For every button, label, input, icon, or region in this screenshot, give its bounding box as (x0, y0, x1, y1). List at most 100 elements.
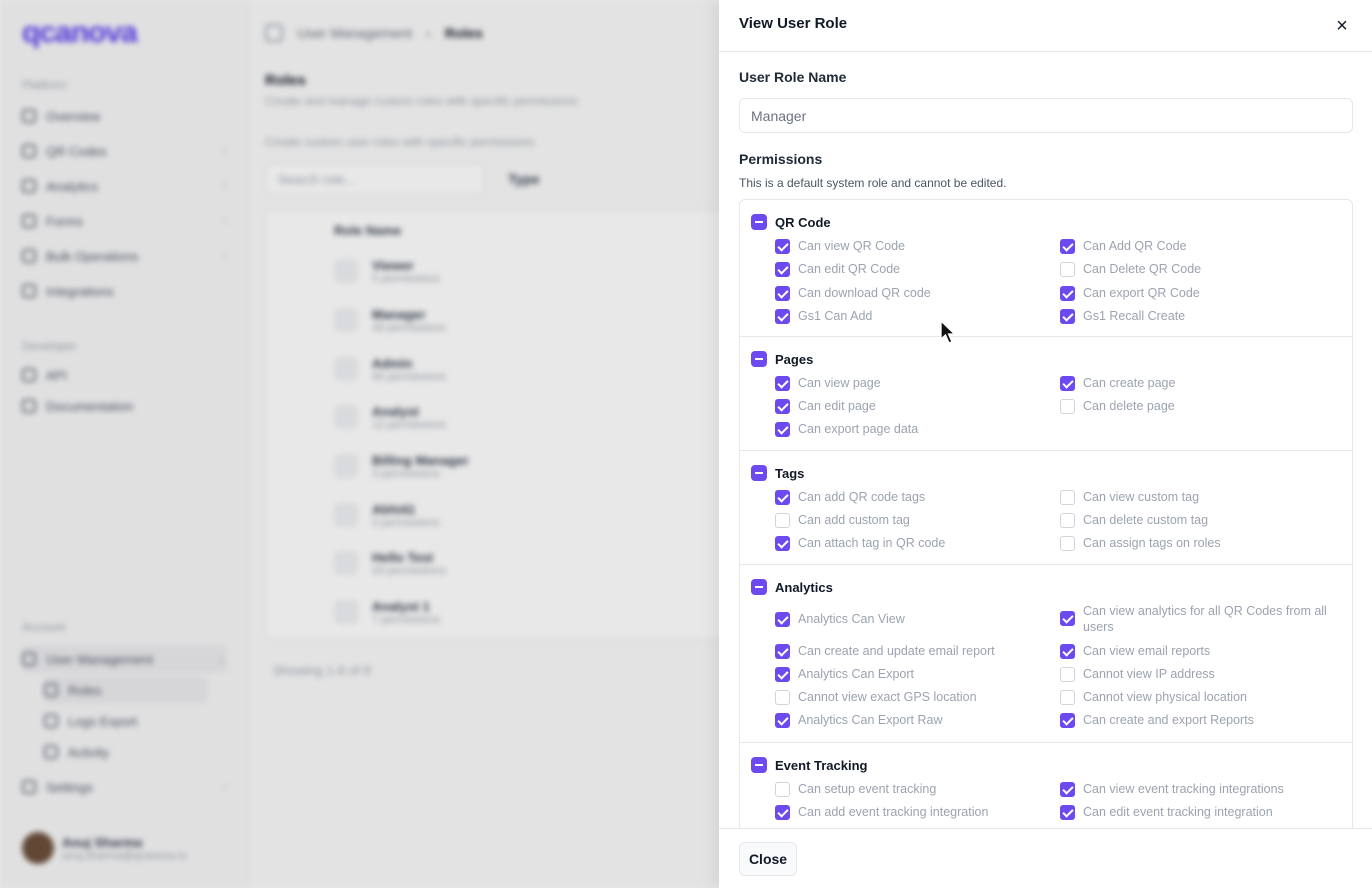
checkbox[interactable] (1060, 490, 1075, 505)
permission-item[interactable]: Can add event tracking integration (775, 804, 988, 820)
checkbox[interactable] (775, 262, 790, 277)
checkbox[interactable] (775, 239, 790, 254)
permission-label: Can add QR code tags (798, 490, 926, 504)
permission-item[interactable]: Analytics Can Export Raw (775, 712, 943, 728)
checkbox[interactable] (1060, 513, 1075, 528)
permission-item[interactable]: Can create page (1060, 375, 1175, 391)
permission-item[interactable]: Can add custom tag (775, 512, 910, 528)
permission-item[interactable]: Can setup event tracking (775, 781, 936, 797)
permission-label: Can view page (798, 376, 881, 390)
checkbox[interactable] (1060, 782, 1075, 797)
permission-item[interactable]: Can delete custom tag (1060, 512, 1208, 528)
checkbox[interactable] (775, 399, 790, 414)
group-toggle-checkbox[interactable] (751, 351, 767, 367)
checkbox[interactable] (775, 612, 790, 627)
checkbox[interactable] (775, 286, 790, 301)
permission-label: Can create and export Reports (1083, 713, 1254, 727)
group-toggle-checkbox[interactable] (751, 465, 767, 481)
group-title: Pages (775, 351, 814, 367)
permission-item[interactable]: Can attach tag in QR code (775, 535, 945, 551)
group-toggle-checkbox[interactable] (751, 214, 767, 230)
permission-label: Can edit page (798, 399, 876, 413)
permission-item[interactable]: Gs1 Can Add (775, 308, 872, 324)
permission-item[interactable]: Can Delete QR Code (1060, 261, 1201, 277)
checkbox[interactable] (775, 805, 790, 820)
permission-item[interactable]: Can assign tags on roles (1060, 535, 1221, 551)
permission-label: Can Delete QR Code (1083, 262, 1202, 276)
permission-item[interactable]: Can delete page (1060, 398, 1175, 414)
checkbox[interactable] (1060, 805, 1075, 820)
permission-item[interactable]: Can create and export Reports (1060, 712, 1254, 728)
permission-item[interactable]: Can Add QR Code (1060, 238, 1187, 254)
permission-item[interactable]: Can edit page (775, 398, 876, 414)
checkbox[interactable] (1060, 286, 1075, 301)
permission-item[interactable]: Gs1 Recall Create (1060, 308, 1185, 324)
permission-label: Can view email reports (1083, 644, 1211, 658)
checkbox[interactable] (1060, 713, 1075, 728)
checkbox[interactable] (1060, 376, 1075, 391)
permission-label: Can add event tracking integration (798, 805, 989, 819)
permission-item[interactable]: Can view QR Code (775, 238, 905, 254)
permission-label: Can view event tracking integrations (1083, 782, 1284, 796)
close-button[interactable]: Close (739, 842, 797, 876)
panel-body[interactable]: User Role Name Permissions This is a def… (739, 52, 1353, 828)
checkbox[interactable] (1060, 690, 1075, 705)
permission-item[interactable]: Cannot view IP address (1060, 666, 1215, 682)
group-toggle-checkbox[interactable] (751, 757, 767, 773)
checkbox[interactable] (1060, 399, 1075, 414)
permission-item[interactable]: Can view analytics for all QR Codes from… (1060, 603, 1345, 635)
checkbox[interactable] (775, 713, 790, 728)
permission-group-qr-code: QR Code Can view QR Code Can Add QR Code… (740, 200, 1352, 337)
mouse-pointer-icon (940, 320, 957, 344)
checkbox[interactable] (775, 490, 790, 505)
permission-item[interactable]: Analytics Can Export (775, 666, 914, 682)
permission-label: Can export page data (798, 422, 919, 436)
checkbox[interactable] (775, 513, 790, 528)
permission-label: Can edit QR Code (798, 262, 901, 276)
checkbox[interactable] (1060, 536, 1075, 551)
permission-label: Can add custom tag (798, 513, 910, 527)
permission-item[interactable]: Can edit QR Code (775, 261, 900, 277)
permission-label: Cannot view exact GPS location (798, 690, 977, 704)
checkbox[interactable] (1060, 611, 1075, 626)
permission-label: Can create and update email report (798, 644, 995, 658)
permission-item[interactable]: Cannot view physical location (1060, 689, 1247, 705)
permissions-list: QR Code Can view QR Code Can Add QR Code… (739, 199, 1353, 828)
checkbox[interactable] (775, 644, 790, 659)
checkbox[interactable] (1060, 309, 1075, 324)
permission-item[interactable]: Can add QR code tags (775, 489, 925, 505)
checkbox[interactable] (1060, 239, 1075, 254)
permission-label: Gs1 Can Add (798, 309, 873, 323)
close-icon[interactable]: × (1332, 16, 1352, 36)
permission-item[interactable]: Can export QR Code (1060, 285, 1200, 301)
permissions-hint: This is a default system role and cannot… (739, 176, 1007, 190)
checkbox[interactable] (775, 422, 790, 437)
permission-item[interactable]: Can view event tracking integrations (1060, 781, 1284, 797)
permission-item[interactable]: Cannot view exact GPS location (775, 689, 977, 705)
checkbox[interactable] (775, 782, 790, 797)
permission-item[interactable]: Can view page (775, 375, 881, 391)
permission-label: Can export QR Code (1083, 286, 1200, 300)
permission-label: Can view QR Code (798, 239, 905, 253)
permission-item[interactable]: Can view email reports (1060, 643, 1210, 659)
permission-label: Can Add QR Code (1083, 239, 1187, 253)
permission-item[interactable]: Can export page data (775, 421, 918, 437)
permission-item[interactable]: Can download QR code (775, 285, 931, 301)
checkbox[interactable] (1060, 667, 1075, 682)
permission-item[interactable]: Analytics Can View (775, 611, 905, 627)
group-toggle-checkbox[interactable] (751, 579, 767, 595)
role-name-input[interactable] (739, 98, 1353, 133)
checkbox[interactable] (775, 376, 790, 391)
checkbox[interactable] (775, 309, 790, 324)
checkbox[interactable] (1060, 644, 1075, 659)
permission-label: Analytics Can Export (798, 667, 915, 681)
permission-item[interactable]: Can edit event tracking integration (1060, 804, 1273, 820)
permission-item[interactable]: Can view custom tag (1060, 489, 1199, 505)
checkbox[interactable] (775, 536, 790, 551)
checkbox[interactable] (1060, 262, 1075, 277)
permission-item[interactable]: Can create and update email report (775, 643, 995, 659)
permission-group-tags: Tags Can add QR code tags Can view custo… (740, 451, 1352, 565)
permission-label: Can setup event tracking (798, 782, 937, 796)
checkbox[interactable] (775, 690, 790, 705)
checkbox[interactable] (775, 667, 790, 682)
